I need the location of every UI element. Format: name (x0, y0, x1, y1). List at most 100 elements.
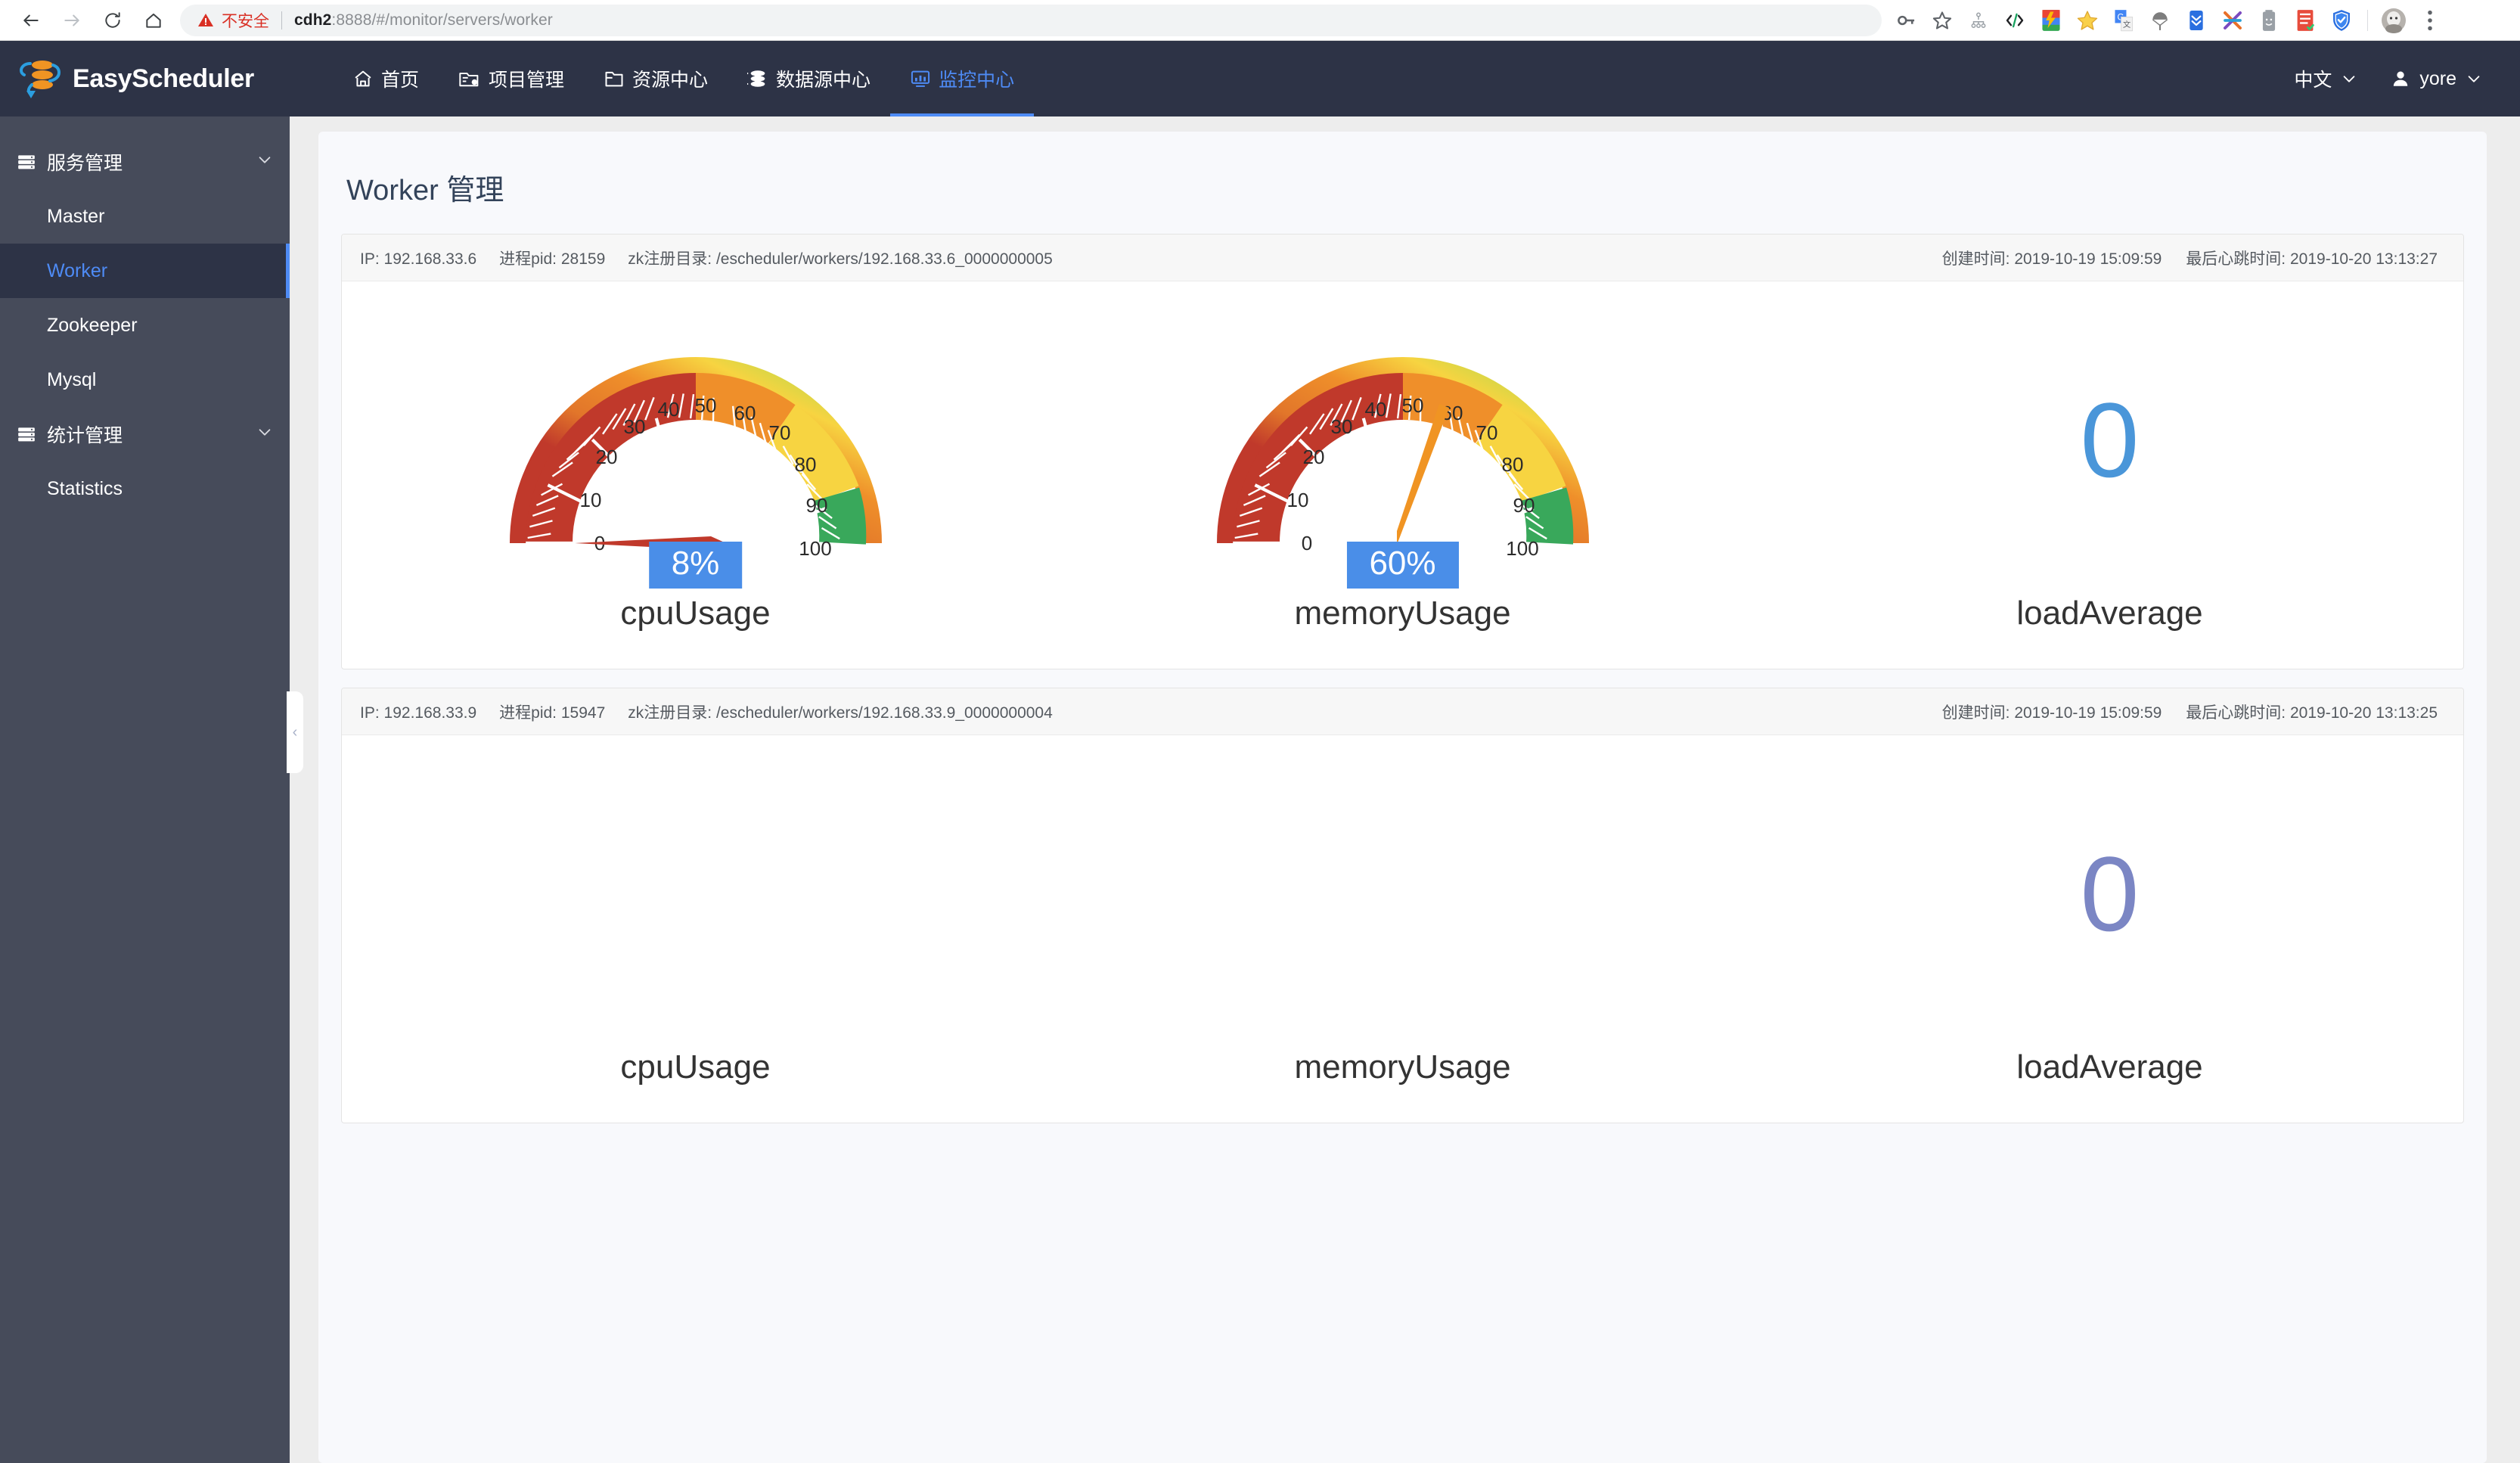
back-button[interactable] (14, 3, 48, 38)
colorzilla-extension-icon[interactable] (2034, 4, 2068, 37)
gold-star-icon (2077, 10, 2098, 30)
sidebar-item-master[interactable]: Master (0, 189, 290, 244)
notes-extension-icon[interactable] (2289, 4, 2322, 37)
sitemap-icon[interactable] (1962, 4, 1995, 37)
sidebar-group-statistics-management[interactable]: 统计管理 (0, 407, 290, 461)
nav-item-project-management[interactable]: 项目管理 (439, 41, 584, 116)
parachute-extension-icon[interactable] (2143, 4, 2177, 37)
sidebar-item-zookeeper[interactable]: Zookeeper (0, 298, 290, 353)
chevron-down-icon[interactable] (256, 151, 273, 173)
heartbeat-value: 2019-10-20 13:13:27 (2290, 250, 2438, 268)
nav-item-datasource-center[interactable]: 数据源中心 (728, 41, 890, 116)
translate-icon: G文 (2115, 9, 2133, 31)
google-translate-icon[interactable]: G文 (2107, 4, 2140, 37)
gauge-value-badge: 60% (1346, 541, 1459, 589)
svg-text:50: 50 (694, 394, 716, 417)
easyscheduler-logo-icon (17, 53, 65, 105)
monitor-screen-icon (910, 68, 931, 89)
sidebar-collapse-handle[interactable]: ‹ (287, 691, 303, 773)
three-dot-menu-icon[interactable] (2413, 4, 2447, 37)
reload-button[interactable] (95, 3, 130, 38)
forward-button[interactable] (54, 3, 89, 38)
metric-memory-usage: 0 10 20 30 40 50 60 70 80 90 100 60% mem… (1049, 304, 1756, 632)
gauge-container: 0 10 20 30 40 50 60 70 80 (1049, 304, 1756, 589)
worker-timestamps: 创建时间: 2019-10-19 15:09:59 最后心跳时间: 2019-1… (1942, 700, 2438, 723)
metric-cpu-usage: cpuUsage (342, 758, 1049, 1086)
browser-extension-toolbar: G文 (1889, 4, 2447, 37)
profile-avatar-icon[interactable] (2377, 4, 2410, 37)
sitemap-extension-icon (1971, 12, 1986, 28)
worker-identity: IP: 192.168.33.6 进程pid: 28159 zk注册目录: /e… (360, 247, 1053, 269)
svg-text:10: 10 (579, 489, 601, 511)
user-avatar-icon (2394, 71, 2408, 86)
svg-text:40: 40 (1364, 398, 1386, 421)
download-chevrons-icon[interactable] (2180, 4, 2213, 37)
address-bar[interactable]: 不安全 cdh2:8888/#/monitor/servers/worker (180, 4, 1882, 36)
svg-text:70: 70 (1476, 421, 1497, 444)
sidebar-group-service-management[interactable]: 服务管理 (0, 135, 290, 189)
folder-icon (604, 68, 625, 89)
star-outline-icon (1932, 11, 1952, 30)
svg-text:90: 90 (1513, 494, 1535, 517)
metric-label: loadAverage (2016, 595, 2203, 632)
worker-timestamps: 创建时间: 2019-10-19 15:09:59 最后心跳时间: 2019-1… (1942, 247, 2438, 269)
battery-extension-icon[interactable] (2252, 4, 2286, 37)
gauge-container-empty (1049, 758, 1756, 1030)
metric-cpu-usage: 0 10 20 30 40 50 60 70 80 (342, 304, 1049, 632)
password-key-icon[interactable] (1889, 4, 1923, 37)
parachute-icon (2152, 11, 2168, 30)
nav-item-monitor-center[interactable]: 监控中心 (890, 41, 1035, 116)
project-folder-gear-icon (458, 68, 481, 89)
app-body: 服务管理 Master Worker Zookeeper Mysql 统计管理 (0, 116, 2520, 1463)
worker-pid: 进程pid: 28159 (499, 247, 605, 269)
worker-created: 创建时间: 2019-10-19 15:09:59 (1942, 700, 2162, 723)
gauge-container: 0 10 20 30 40 50 60 70 80 (342, 304, 1049, 589)
home-button[interactable] (136, 3, 171, 38)
chevron-down-glyph (259, 428, 271, 436)
gauge-svg-cpu: 0 10 20 30 40 50 60 70 80 (509, 357, 882, 560)
logo-icon (19, 60, 61, 98)
svg-text:100: 100 (799, 537, 831, 560)
shield-extension-icon[interactable] (2325, 4, 2358, 37)
zk-value: /escheduler/workers/192.168.33.6_0000000… (715, 250, 1053, 268)
not-secure-warning-icon (197, 11, 215, 30)
nav-item-resource-center[interactable]: 资源中心 (584, 41, 728, 116)
monitor-icon (911, 70, 930, 87)
ip-value: 192.168.33.6 (383, 250, 477, 268)
sidebar: 服务管理 Master Worker Zookeeper Mysql 统计管理 (0, 116, 303, 1463)
worker-metrics: 0 10 20 30 40 50 60 70 80 (342, 281, 2463, 669)
metric-label: cpuUsage (620, 1048, 771, 1086)
metric-load-average: 0 loadAverage (1756, 304, 2463, 632)
x-scissors-extension-icon[interactable] (2216, 4, 2249, 37)
developer-code-icon (2006, 13, 2024, 27)
back-arrow-icon (23, 14, 39, 26)
toolbar-separator (2367, 9, 2368, 31)
kebab-menu-icon (2428, 10, 2432, 30)
load-average-container: 0 (1756, 758, 2463, 1030)
language-selector[interactable]: 中文 (2294, 65, 2357, 92)
ip-label: IP: (360, 704, 380, 722)
shield-check-icon (2333, 9, 2350, 31)
double-chevron-down-icon (2189, 10, 2203, 30)
user-menu[interactable]: yore (2391, 68, 2482, 90)
code-brackets-icon[interactable] (1998, 4, 2031, 37)
svg-text:60: 60 (734, 402, 756, 424)
brand[interactable]: EasyScheduler (17, 53, 319, 105)
sidebar-item-statistics[interactable]: Statistics (0, 461, 290, 516)
chevron-down-icon[interactable] (256, 424, 273, 446)
metric-label: memoryUsage (1294, 595, 1511, 632)
battery-icon (2262, 9, 2276, 31)
chevron-down-icon (2468, 76, 2480, 82)
worker-metrics: cpuUsage memoryUsage 0 loadAverage (342, 735, 2463, 1123)
sidebar-item-mysql[interactable]: Mysql (0, 353, 290, 407)
content-area: Worker 管理 IP: 192.168.33.6 进程pid: 28159 … (290, 116, 2520, 1463)
nav-item-home[interactable]: 首页 (333, 41, 439, 116)
bookmark-star-icon[interactable] (1926, 4, 1959, 37)
star-extension-icon[interactable] (2071, 4, 2104, 37)
nav-item-label: 首页 (381, 70, 420, 91)
sidebar-item-worker[interactable]: Worker (0, 244, 290, 298)
header-right: 中文 yore (2294, 65, 2520, 92)
warning-triangle-icon (198, 13, 213, 26)
server-icon (18, 155, 35, 169)
language-label: 中文 (2294, 70, 2332, 91)
